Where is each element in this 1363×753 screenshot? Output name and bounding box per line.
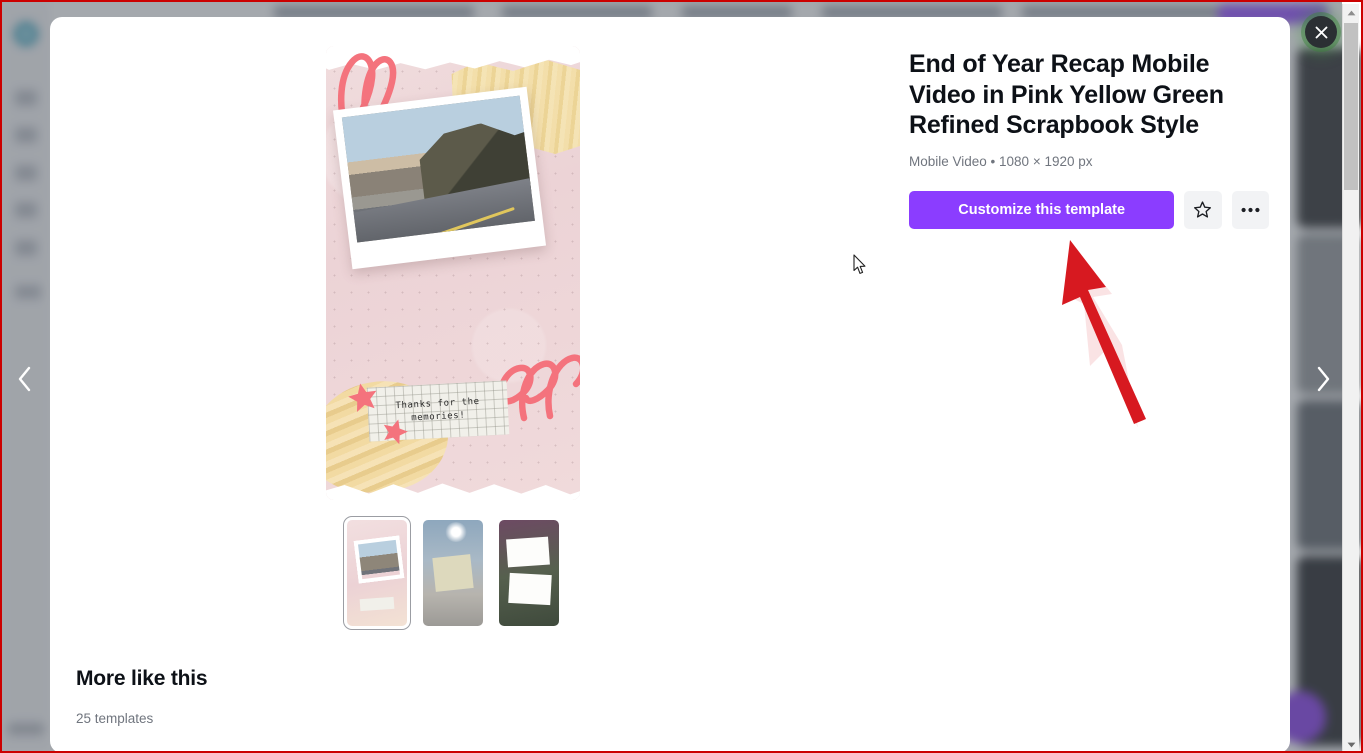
template-preview-image[interactable]: Thanks for the memories!: [326, 46, 580, 500]
close-icon: [1315, 26, 1327, 38]
template-detail-modal: Thanks for the memories! End of Year Rec…: [50, 17, 1290, 751]
scrollbar-thumb[interactable]: [1344, 23, 1358, 190]
thumbnail-row: [303, 516, 603, 630]
customize-template-button[interactable]: Customize this template: [909, 190, 1175, 229]
preview-road-line: [439, 206, 515, 236]
favorite-button[interactable]: [1184, 190, 1222, 229]
preview-star-decoration-icon: [348, 383, 377, 412]
scroll-up-button[interactable]: [1343, 4, 1359, 21]
ellipsis-icon: [1241, 207, 1260, 212]
scroll-down-button[interactable]: [1343, 736, 1359, 751]
thumbnail-3[interactable]: [499, 520, 559, 626]
caret-up-icon: [1347, 10, 1355, 15]
more-options-button[interactable]: [1231, 190, 1269, 229]
previous-template-button[interactable]: [3, 357, 47, 401]
template-meta: Mobile Video • 1080 × 1920 px: [909, 153, 1093, 169]
page-scrollbar[interactable]: [1342, 4, 1359, 751]
caret-down-icon: [1347, 742, 1355, 747]
preview-polaroid-photo: [332, 86, 547, 270]
chevron-left-icon: [18, 366, 31, 392]
chevron-right-icon: [1317, 366, 1330, 392]
preview-photo: [341, 95, 535, 243]
more-like-this-section: More like this 25 templates: [76, 667, 208, 726]
more-like-this-count: 25 templates: [76, 711, 154, 726]
next-template-button[interactable]: [1301, 357, 1345, 401]
thumbnail-1[interactable]: [343, 516, 411, 630]
close-modal-button[interactable]: [1305, 16, 1337, 48]
star-outline-icon: [1194, 201, 1212, 218]
preview-column: Thanks for the memories!: [303, 46, 603, 500]
more-like-this-title: More like this: [76, 667, 208, 690]
template-title: End of Year Recap Mobile Video in Pink Y…: [909, 50, 1224, 139]
page-root: Thanks for the memories! End of Year Rec…: [0, 0, 1363, 753]
thumbnail-2[interactable]: [423, 520, 483, 626]
action-row: Customize this template: [909, 190, 1269, 229]
template-info-column: End of Year Recap Mobile Video in Pink Y…: [909, 49, 1269, 229]
